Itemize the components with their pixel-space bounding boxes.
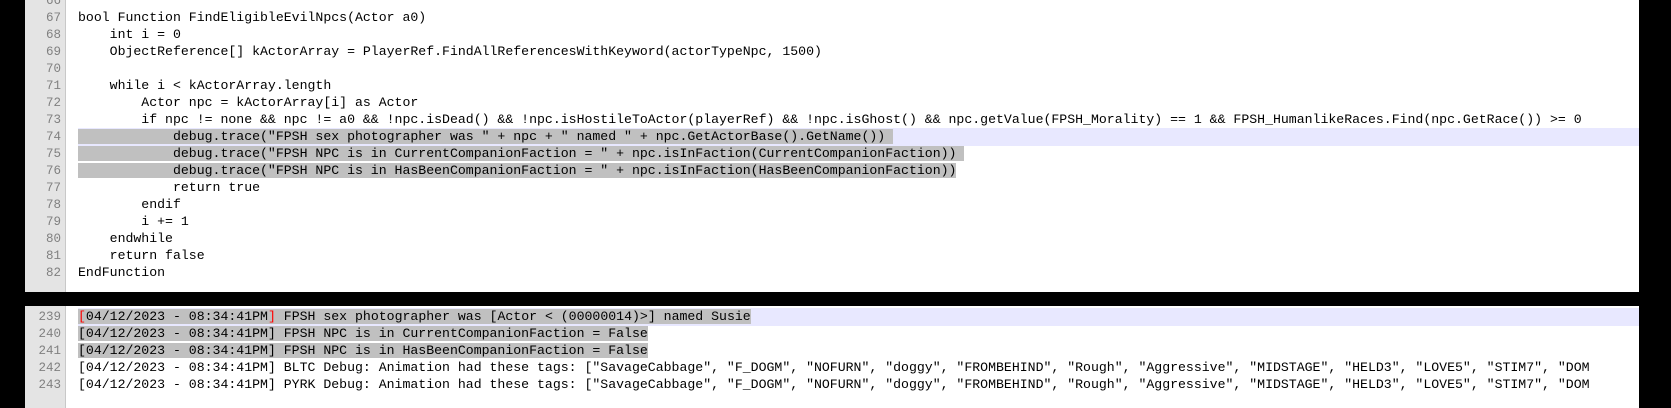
line-number: 75 <box>45 147 61 161</box>
code-line[interactable]: 76 debug.trace("FPSH NPC is in HasBeenCo… <box>25 162 1639 180</box>
code-line-text: debug.trace("FPSH NPC is in CurrentCompa… <box>78 145 1639 163</box>
code-line-text: endif <box>78 196 1639 214</box>
line-number: 71 <box>45 79 61 93</box>
code-line-text: Actor npc = kActorArray[i] as Actor <box>78 94 1639 112</box>
script-editor-pane[interactable]: 66 67 bool Function FindEligibleEvilNpcs(A… <box>25 0 1639 292</box>
code-line-text: debug.trace("FPSH sex photographer was "… <box>78 128 1639 146</box>
code-line-text: bool Function FindEligibleEvilNpcs(Actor… <box>78 9 1639 27</box>
selected-text: [04/12/2023 - 08:34:41PM] FPSH sex photo… <box>78 309 751 324</box>
line-number: 80 <box>45 232 61 246</box>
text-segment: [04/12/2023 - 08:34:41PM] PYRK Debug: An… <box>78 377 1590 392</box>
line-number: 79 <box>45 215 61 229</box>
line-number: 68 <box>45 28 61 42</box>
text-segment: i += 1 <box>78 214 189 229</box>
text-segment: [04/12/2023 - 08:34:41PM] BLTC Debug: An… <box>78 360 1590 375</box>
log-line-text: [04/12/2023 - 08:34:41PM] PYRK Debug: An… <box>78 376 1639 394</box>
selected-text: [04/12/2023 - 08:34:41PM] FPSH NPC is in… <box>78 343 648 358</box>
code-line[interactable]: 77 return true <box>25 179 1639 197</box>
line-number: 70 <box>45 62 61 76</box>
code-line-text: return true <box>78 179 1639 197</box>
text-segment: int i = 0 <box>78 27 181 42</box>
line-number: 69 <box>45 45 61 59</box>
selected-text: debug.trace("FPSH NPC is in HasBeenCompa… <box>78 163 957 178</box>
text-segment: Actor npc = kActorArray[i] as Actor <box>78 95 419 110</box>
code-line[interactable]: 69 ObjectReference[] kActorArray = Playe… <box>25 43 1639 61</box>
line-number: 67 <box>45 11 61 25</box>
line-number: 81 <box>45 249 61 263</box>
log-line-text: [04/12/2023 - 08:34:41PM] FPSH NPC is in… <box>78 325 1639 343</box>
line-number: 243 <box>38 378 61 392</box>
code-line-text: i += 1 <box>78 213 1639 231</box>
line-number: 72 <box>45 96 61 110</box>
log-line-text: [04/12/2023 - 08:34:41PM] BLTC Debug: An… <box>78 359 1639 377</box>
code-line[interactable]: 71 while i < kActorArray.length <box>25 77 1639 95</box>
code-line[interactable]: 80 endwhile <box>25 230 1639 248</box>
text-segment: [04/12/2023 - 08:34:41PM] CMkz Debug: An… <box>78 306 1590 307</box>
matching-bracket: ] <box>267 309 276 324</box>
log-line[interactable]: 243 [04/12/2023 - 08:34:41PM] PYRK Debug:… <box>25 376 1639 394</box>
line-number: 78 <box>45 198 61 212</box>
text-segment: return true <box>78 180 261 195</box>
selected-text: debug.trace("FPSH NPC is in CurrentCompa… <box>78 146 965 161</box>
code-line[interactable]: 70 <box>25 60 1639 78</box>
text-segment: return false <box>78 248 205 263</box>
line-number: 241 <box>38 344 61 358</box>
pane-divider <box>0 292 1671 306</box>
line-number: 76 <box>45 164 61 178</box>
code-line[interactable]: 79 i += 1 <box>25 213 1639 231</box>
text-segment: bool Function FindEligibleEvilNpcs(Actor… <box>78 10 427 25</box>
code-line[interactable]: 73 if npc != none && npc != a0 && !npc.i… <box>25 111 1639 129</box>
text-segment: EndFunction <box>78 265 166 280</box>
log-line[interactable]: 242 [04/12/2023 - 08:34:41PM] BLTC Debug:… <box>25 359 1639 377</box>
code-line-text: ObjectReference[] kActorArray = PlayerRe… <box>78 43 1639 61</box>
line-number: 242 <box>38 361 61 375</box>
code-line-text: while i < kActorArray.length <box>78 77 1639 95</box>
code-line[interactable]: 72 Actor npc = kActorArray[i] as Actor <box>25 94 1639 112</box>
code-line[interactable]: 82 EndFunction <box>25 264 1639 282</box>
line-number: 73 <box>45 113 61 127</box>
code-line[interactable]: 75 debug.trace("FPSH NPC is in CurrentCo… <box>25 145 1639 163</box>
log-line-text: [04/12/2023 - 08:34:41PM] FPSH NPC is in… <box>78 342 1639 360</box>
code-line[interactable]: 78 endif <box>25 196 1639 214</box>
code-line-text: if npc != none && npc != a0 && !npc.isDe… <box>78 111 1639 129</box>
text-segment: endif <box>78 197 181 212</box>
line-number: 82 <box>45 266 61 280</box>
code-line[interactable]: 68 int i = 0 <box>25 26 1639 44</box>
code-line-text: return false <box>78 247 1639 265</box>
text-segment: while i < kActorArray.length <box>78 78 332 93</box>
selected-text: debug.trace("FPSH sex photographer was "… <box>78 129 894 144</box>
line-number: 74 <box>45 130 61 144</box>
text-segment: ObjectReference[] kActorArray = PlayerRe… <box>78 44 822 59</box>
code-line-text: endwhile <box>78 230 1639 248</box>
log-line[interactable]: 241 [04/12/2023 - 08:34:41PM] FPSH NPC is… <box>25 342 1639 360</box>
line-number: 239 <box>38 310 61 324</box>
code-line[interactable]: 67 bool Function FindEligibleEvilNpcs(Act… <box>25 9 1639 27</box>
text-segment: endwhile <box>78 231 173 246</box>
line-number: 240 <box>38 327 61 341</box>
log-line-text: [04/12/2023 - 08:34:41PM] FPSH sex photo… <box>78 308 1639 326</box>
line-number: 77 <box>45 181 61 195</box>
log-viewer-pane[interactable]: 238[04/12/2023 - 08:34:41PM] CMkz Debug:… <box>25 306 1639 408</box>
code-line-text: int i = 0 <box>78 26 1639 44</box>
text-segment: if npc != none && npc != a0 && !npc.isDe… <box>78 112 1582 127</box>
code-line[interactable]: 81 return false <box>25 247 1639 265</box>
matching-bracket: [ <box>78 309 86 324</box>
log-line[interactable]: 239 [04/12/2023 - 08:34:41PM] FPSH sex ph… <box>25 308 1639 326</box>
code-line-text: EndFunction <box>78 264 1639 282</box>
selected-text: [04/12/2023 - 08:34:41PM] FPSH NPC is in… <box>78 326 648 341</box>
code-line[interactable]: 74 debug.trace("FPSH sex photographer wa… <box>25 128 1639 146</box>
code-line-text: debug.trace("FPSH NPC is in HasBeenCompa… <box>78 162 1639 180</box>
log-line[interactable]: 240 [04/12/2023 - 08:34:41PM] FPSH NPC is… <box>25 325 1639 343</box>
